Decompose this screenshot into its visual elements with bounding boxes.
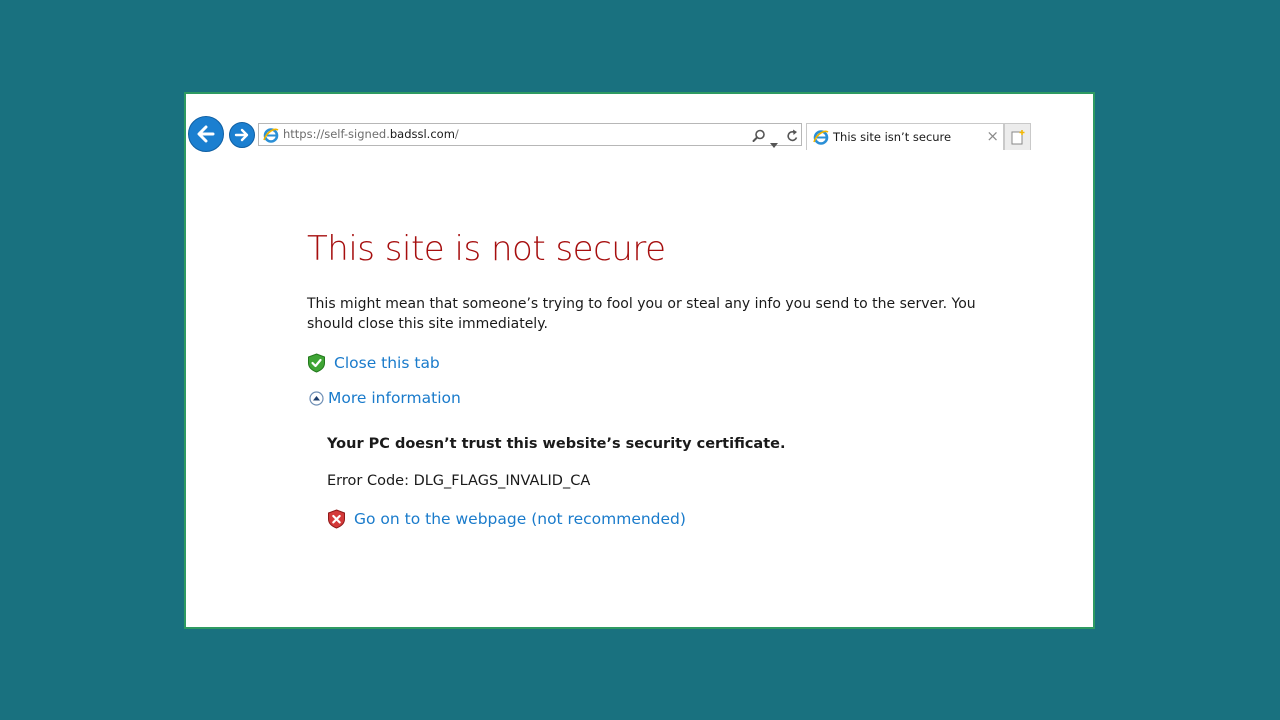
new-tab-button[interactable] [1004,123,1031,150]
shield-x-icon [328,509,345,529]
new-tab-icon [1011,129,1024,144]
browser-window: https://self-signed.badssl.com/ This sit… [184,92,1095,629]
page-title: This site is not secure [307,229,666,269]
forward-arrow-icon [234,128,249,142]
more-info-link[interactable]: More information [328,389,461,407]
proceed-row: Go on to the webpage (not recommended) [327,509,686,529]
error-code: Error Code: DLG_FLAGS_INVALID_CA [327,473,591,489]
close-tab-link[interactable]: Close this tab [334,354,440,372]
internet-explorer-icon [263,127,279,147]
back-arrow-icon [197,125,215,143]
tab-title: This site isn’t secure [833,130,952,144]
refresh-icon[interactable] [786,128,799,147]
tab-active[interactable]: This site isn’t secure × [806,123,1004,150]
page-description: This might mean that someone’s trying to… [307,296,976,332]
certificate-message: Your PC doesn’t trust this website’s sec… [327,436,786,452]
proceed-link[interactable]: Go on to the webpage (not recommended) [354,510,686,528]
forward-button[interactable] [229,122,255,148]
address-url[interactable]: https://self-signed.badssl.com/ [283,127,459,141]
more-info-row: More information [309,389,461,407]
search-icon[interactable] [752,128,766,147]
chevron-up-circle-icon[interactable] [309,390,324,406]
back-button[interactable] [188,116,224,152]
close-tab-row: Close this tab [307,353,440,373]
url-prefix: https://self-signed. [283,127,390,141]
address-bar[interactable]: https://self-signed.badssl.com/ [258,123,802,148]
close-icon[interactable]: × [986,127,999,145]
url-host: badssl.com [389,127,455,141]
chevron-down-icon[interactable] [770,133,778,152]
url-suffix: / [454,127,459,141]
internet-explorer-icon [813,129,829,149]
shield-check-icon [308,353,325,373]
